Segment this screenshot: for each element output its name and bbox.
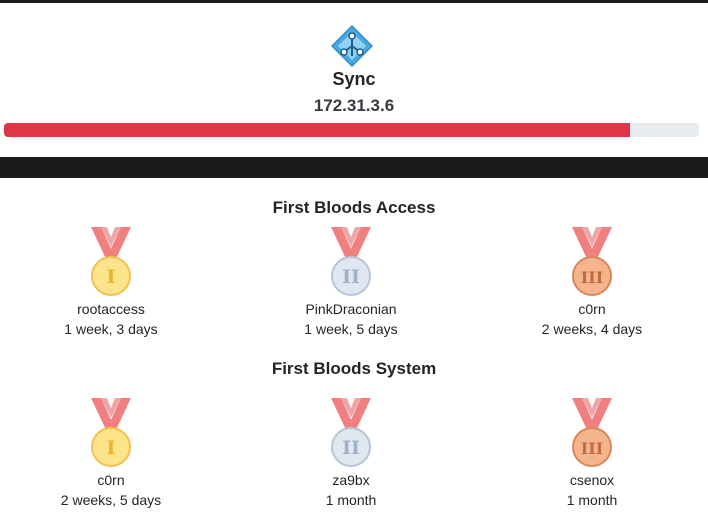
blood-entry: II za9bx 1 month xyxy=(251,398,451,510)
bronze-medal-icon: III xyxy=(572,227,612,296)
section-title-access: First Bloods Access xyxy=(272,198,436,217)
blood-user[interactable]: za9bx xyxy=(251,470,451,490)
blood-user[interactable]: c0rn xyxy=(492,299,692,319)
machine-name: Sync xyxy=(332,69,376,89)
blood-user[interactable]: rootaccess xyxy=(11,299,211,319)
gold-medal-icon: I xyxy=(91,398,131,467)
section-divider xyxy=(0,157,708,178)
medal-rank: I xyxy=(107,437,116,459)
first-bloods-access-row: Irootaccess 1 week, 3 days II PinkDraconian… xyxy=(0,227,708,347)
blood-user[interactable]: PinkDraconian xyxy=(251,299,451,319)
machine-ip: 172.31.3.6 xyxy=(313,96,395,115)
blood-time: 1 week, 3 days xyxy=(64,321,158,337)
blood-entry: Ic0rn 2 weeks, 5 days xyxy=(11,398,211,510)
blood-entry: III c0rn 2 weeks, 4 days xyxy=(492,227,692,339)
blood-user[interactable]: csenox xyxy=(492,470,692,490)
first-bloods-system-row: Ic0rn 2 weeks, 5 days II za9bx 1 month III cse… xyxy=(0,398,708,518)
blood-user[interactable]: c0rn xyxy=(11,470,211,490)
section-title-system: First Bloods System xyxy=(271,359,437,378)
medal-rank: II xyxy=(342,437,360,459)
silver-medal-icon: II xyxy=(331,227,371,296)
blood-entry: Irootaccess 1 week, 3 days xyxy=(11,227,211,339)
silver-medal-icon: II xyxy=(331,398,371,467)
blood-entry: II PinkDraconian 1 week, 5 days xyxy=(251,227,451,339)
blood-time: 1 month xyxy=(566,492,618,508)
progress-bar-fill xyxy=(4,123,630,137)
medal-rank: III xyxy=(581,439,603,458)
progress-bar xyxy=(4,123,699,137)
medal-rank: III xyxy=(581,268,603,287)
medal-rank: II xyxy=(342,266,360,288)
medal-rank: I xyxy=(107,266,116,288)
blood-time: 1 week, 5 days xyxy=(304,321,398,337)
bronze-medal-icon: III xyxy=(572,398,612,467)
gold-medal-icon: I xyxy=(91,227,131,296)
diamond-network-icon xyxy=(331,25,373,67)
blood-time: 2 weeks, 4 days xyxy=(541,321,643,337)
blood-time: 2 weeks, 5 days xyxy=(60,492,162,508)
blood-time: 1 month xyxy=(325,492,377,508)
blood-entry: III csenox 1 month xyxy=(492,398,692,510)
